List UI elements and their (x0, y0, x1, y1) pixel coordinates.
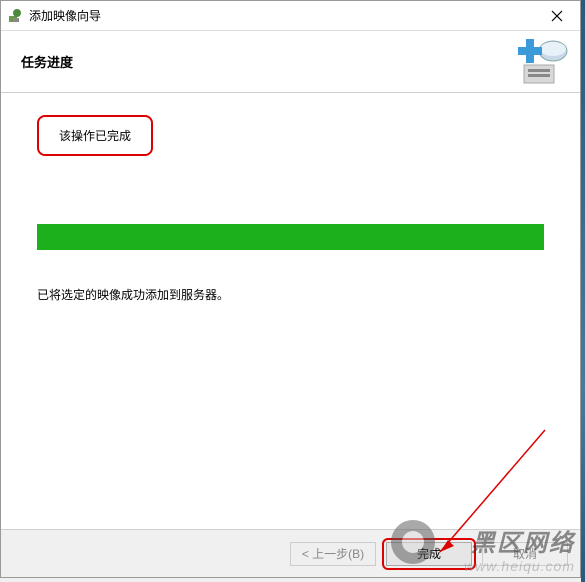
wizard-icon (518, 37, 568, 87)
close-button[interactable] (534, 1, 580, 31)
content-area: 该操作已完成 已将选定的映像成功添加到服务器。 (1, 93, 580, 529)
close-icon (551, 10, 563, 22)
app-icon (7, 8, 23, 24)
header-title: 任务进度 (1, 52, 73, 71)
header-section: 任务进度 (1, 31, 580, 93)
back-button: < 上一步(B) (290, 542, 376, 566)
titlebar: 添加映像向导 (1, 1, 580, 31)
progress-bar (37, 224, 544, 250)
window-title: 添加映像向导 (29, 7, 534, 24)
edge-decoration (581, 0, 585, 582)
status-text: 该操作已完成 (47, 119, 143, 152)
button-bar: < 上一步(B) 完成 取消 (1, 529, 580, 577)
status-highlight: 该操作已完成 (37, 115, 153, 156)
wizard-window: 添加映像向导 任务进度 该操作已完成 已将选定的映像 (0, 0, 581, 578)
message-text: 已将选定的映像成功添加到服务器。 (37, 286, 544, 303)
watermark-logo (391, 520, 435, 564)
cancel-button: 取消 (482, 542, 568, 566)
